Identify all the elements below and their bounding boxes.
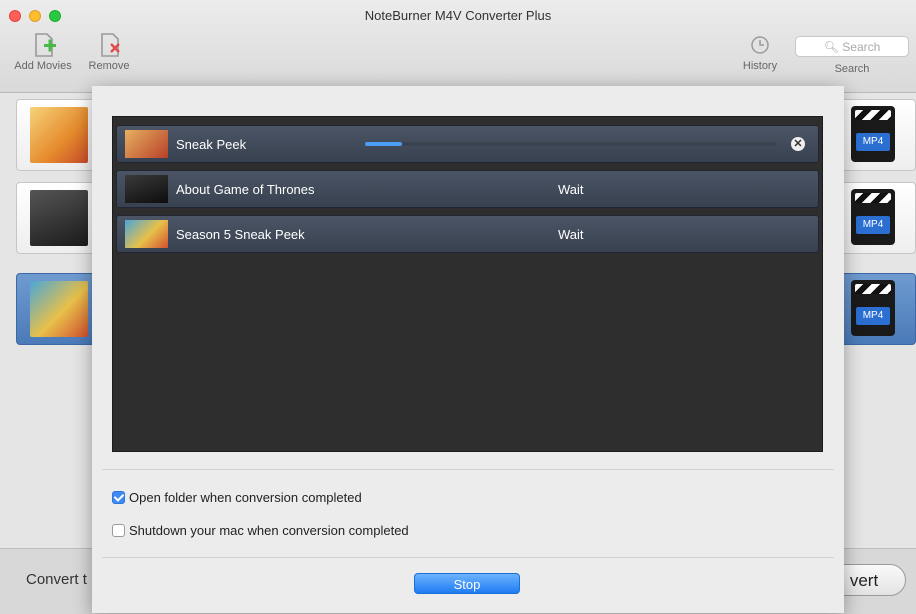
divider (102, 469, 834, 470)
queue-item[interactable]: Season 5 Sneak Peek Wait (116, 215, 819, 253)
mp4-format-icon[interactable]: MP4 (851, 189, 895, 245)
queue-item[interactable]: About Game of Thrones Wait (116, 170, 819, 208)
queue-thumbnail (125, 175, 168, 203)
shutdown-checkbox[interactable] (112, 524, 125, 537)
queue-thumbnail (125, 220, 168, 248)
open-folder-label: Open folder when conversion completed (129, 490, 362, 505)
progress-fill (365, 142, 403, 146)
conversion-progress-bar (365, 142, 777, 146)
history-button[interactable]: History (730, 30, 790, 72)
movie-thumbnail (30, 281, 88, 337)
queue-item-name: About Game of Thrones (176, 182, 315, 197)
remove-button[interactable]: Remove (84, 30, 134, 72)
search-icon: 🔍︎ (823, 40, 839, 54)
open-folder-option[interactable]: Open folder when conversion completed (112, 490, 362, 505)
add-file-icon (27, 30, 59, 60)
add-movies-button[interactable]: Add Movies (10, 30, 76, 72)
search-placeholder: Search (842, 40, 881, 54)
queue-item[interactable]: Sneak Peek ✕ (116, 125, 819, 163)
mp4-format-icon[interactable]: MP4 (851, 280, 895, 336)
shutdown-label: Shutdown your mac when conversion comple… (129, 523, 409, 538)
conversion-queue: Sneak Peek ✕ About Game of Thrones Wait … (112, 116, 823, 452)
queue-item-status: Wait (558, 227, 584, 242)
cancel-icon[interactable]: ✕ (791, 137, 805, 151)
remove-file-icon (93, 30, 125, 60)
title-bar: NoteBurner M4V Converter Plus Add Movies… (0, 0, 916, 93)
queue-thumbnail (125, 130, 168, 158)
movie-thumbnail (30, 190, 88, 246)
search-tool: 🔍︎ Search Search (790, 30, 914, 75)
queue-item-status: Wait (558, 182, 584, 197)
add-movies-label: Add Movies (14, 60, 72, 72)
queue-item-name: Season 5 Sneak Peek (176, 227, 305, 242)
remove-label: Remove (88, 60, 130, 72)
divider (102, 557, 834, 558)
convert-to-label: Convert t (26, 571, 87, 588)
queue-item-name: Sneak Peek (176, 137, 247, 152)
mp4-format-icon[interactable]: MP4 (851, 106, 895, 162)
stop-button[interactable]: Stop (414, 573, 520, 594)
window-title: NoteBurner M4V Converter Plus (364, 8, 552, 23)
shutdown-option[interactable]: Shutdown your mac when conversion comple… (112, 523, 409, 538)
history-clock-icon (744, 30, 776, 60)
open-folder-checkbox[interactable] (112, 491, 125, 504)
search-input[interactable]: 🔍︎ Search (795, 36, 909, 57)
conversion-sheet: Sneak Peek ✕ About Game of Thrones Wait … (92, 86, 844, 613)
history-label: History (742, 60, 778, 72)
search-label: Search (834, 63, 870, 75)
movie-thumbnail (30, 107, 88, 163)
